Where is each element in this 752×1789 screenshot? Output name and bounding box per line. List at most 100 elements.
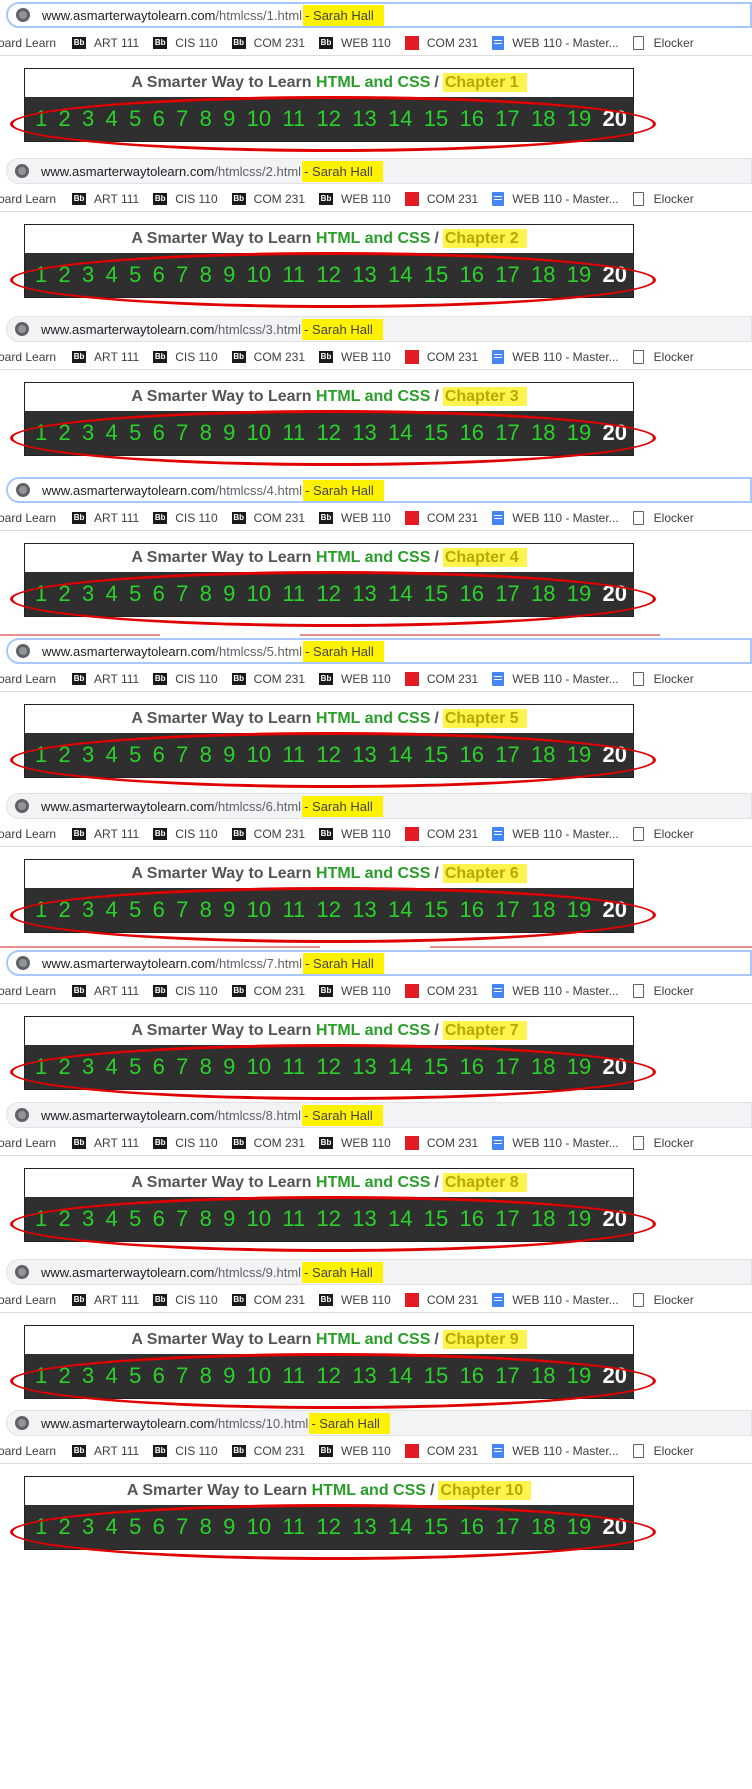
page-number-link[interactable]: 11 [282, 1045, 305, 1089]
bookmark-item[interactable]: WEB 110 - Master... [492, 1292, 619, 1307]
page-number-link[interactable]: 14 [388, 1045, 412, 1089]
page-number-link[interactable]: 19 [567, 97, 591, 141]
page-number-link[interactable]: 18 [531, 1197, 555, 1241]
page-number-link[interactable]: 7 [176, 1197, 188, 1241]
address-bar[interactable]: www.asmarterwaytolearn.com/htmlcss/8.htm… [6, 1102, 752, 1128]
page-number-link[interactable]: 17 [495, 253, 519, 297]
bookmark-item[interactable]: COM 231 [404, 1443, 478, 1458]
page-number-link[interactable]: 14 [388, 572, 412, 616]
page-number-link[interactable]: 1 [35, 572, 47, 616]
page-number-link[interactable]: 9 [223, 253, 235, 297]
page-number-link[interactable]: 15 [424, 1045, 448, 1089]
page-number-link[interactable]: 3 [82, 572, 94, 616]
page-number-link[interactable]: 4 [106, 888, 118, 932]
bookmark-item[interactable]: COM 231 [404, 826, 478, 841]
page-number-link[interactable]: 19 [567, 733, 591, 777]
page-number-link[interactable]: 16 [460, 97, 484, 141]
page-number-link[interactable]: 11 [282, 411, 305, 455]
page-number-link[interactable]: 7 [176, 888, 188, 932]
page-number-link[interactable]: 10 [247, 97, 271, 141]
page-number-link[interactable]: 16 [460, 572, 484, 616]
bookmark-item[interactable]: Bb ART 111 [72, 672, 139, 686]
page-number-link[interactable]: 12 [317, 1197, 341, 1241]
bookmark-item[interactable]: COM 231 [404, 671, 478, 686]
page-number-link[interactable]: 3 [82, 411, 94, 455]
page-number-link[interactable]: 17 [495, 1045, 519, 1089]
bookmark-item[interactable]: Bb COM 231 [231, 36, 305, 50]
page-number-link[interactable]: 5 [129, 888, 141, 932]
page-number-link[interactable]: 11 [282, 1354, 305, 1398]
page-number-link[interactable]: 15 [424, 253, 448, 297]
bookmark-item[interactable]: Bb ART 111 [72, 1444, 139, 1458]
bookmark-item[interactable]: Bb WEB 110 [319, 511, 391, 525]
page-number-link[interactable]: 2 [59, 1505, 71, 1549]
address-bar[interactable]: www.asmarterwaytolearn.com/htmlcss/4.htm… [6, 477, 752, 503]
page-number-link[interactable]: 5 [129, 1045, 141, 1089]
page-number-link[interactable]: 19 [567, 1045, 591, 1089]
bookmark-item[interactable]: Bb ART 111 [72, 350, 139, 364]
address-bar[interactable]: www.asmarterwaytolearn.com/htmlcss/1.htm… [6, 2, 752, 28]
page-number-link[interactable]: 9 [223, 97, 235, 141]
page-number-link[interactable]: 2 [59, 411, 71, 455]
bookmark-item[interactable]: WEB 110 - Master... [492, 510, 619, 525]
page-number-link[interactable]: 18 [531, 97, 555, 141]
bookmark-item[interactable]: Bb COM 231 [231, 350, 305, 364]
bookmark-item[interactable]: Bb ART 111 [72, 984, 139, 998]
page-number-link[interactable]: 10 [247, 253, 271, 297]
page-number-link[interactable]: 8 [200, 572, 212, 616]
page-number-link[interactable]: 1 [35, 253, 47, 297]
bookmark-item[interactable]: Bb WEB 110 [319, 1444, 391, 1458]
bookmark-item[interactable]: Elocker [632, 1443, 694, 1458]
bookmark-item[interactable]: oard Learn [0, 511, 56, 525]
page-number-link[interactable]: 19 [567, 411, 591, 455]
page-number-link[interactable]: 6 [153, 411, 165, 455]
bookmark-item[interactable]: Bb COM 231 [231, 1293, 305, 1307]
page-number-link[interactable]: 9 [223, 1197, 235, 1241]
page-number-link[interactable]: 11 [282, 253, 305, 297]
page-number-link[interactable]: 12 [317, 733, 341, 777]
bookmark-item[interactable]: Bb ART 111 [72, 1293, 139, 1307]
page-number-link[interactable]: 15 [424, 733, 448, 777]
bookmark-item[interactable]: Elocker [632, 671, 694, 686]
page-number-link[interactable]: 13 [352, 1197, 376, 1241]
bookmark-item[interactable]: Bb CIS 110 [153, 511, 218, 525]
page-number-link[interactable]: 4 [106, 1197, 118, 1241]
page-number-link[interactable]: 15 [424, 888, 448, 932]
bookmark-item[interactable]: Bb WEB 110 [319, 827, 391, 841]
bookmark-item[interactable]: WEB 110 - Master... [492, 191, 619, 206]
bookmark-item[interactable]: COM 231 [404, 1292, 478, 1307]
bookmark-item[interactable]: oard Learn [0, 350, 56, 364]
bookmark-item[interactable]: oard Learn [0, 1293, 56, 1307]
page-number-link[interactable]: 4 [106, 1045, 118, 1089]
page-number-link[interactable]: 16 [460, 733, 484, 777]
page-number-link[interactable]: 17 [495, 1354, 519, 1398]
page-number-link[interactable]: 7 [176, 411, 188, 455]
bookmark-item[interactable]: Bb WEB 110 [319, 1293, 391, 1307]
page-number-link[interactable]: 1 [35, 97, 47, 141]
page-number-link[interactable]: 13 [352, 733, 376, 777]
page-number-link[interactable]: 12 [317, 888, 341, 932]
page-number-link[interactable]: 8 [200, 1197, 212, 1241]
page-number-link[interactable]: 4 [106, 572, 118, 616]
current-page-number[interactable]: 20 [603, 1197, 627, 1241]
bookmark-item[interactable]: Bb ART 111 [72, 827, 139, 841]
page-number-link[interactable]: 16 [460, 411, 484, 455]
page-number-link[interactable]: 10 [247, 1197, 271, 1241]
page-number-link[interactable]: 18 [531, 411, 555, 455]
page-number-link[interactable]: 6 [153, 1045, 165, 1089]
bookmark-item[interactable]: Bb CIS 110 [153, 192, 218, 206]
bookmark-item[interactable]: Elocker [632, 983, 694, 998]
page-number-link[interactable]: 12 [317, 97, 341, 141]
page-number-link[interactable]: 15 [424, 1197, 448, 1241]
bookmark-item[interactable]: Bb CIS 110 [153, 1136, 218, 1150]
bookmark-item[interactable]: Elocker [632, 510, 694, 525]
page-number-link[interactable]: 6 [153, 1354, 165, 1398]
page-number-link[interactable]: 12 [317, 1505, 341, 1549]
page-number-link[interactable]: 17 [495, 888, 519, 932]
bookmark-item[interactable]: COM 231 [404, 983, 478, 998]
page-number-link[interactable]: 14 [388, 888, 412, 932]
page-number-link[interactable]: 4 [106, 253, 118, 297]
current-page-number[interactable]: 20 [603, 572, 627, 616]
bookmark-item[interactable]: Bb WEB 110 [319, 192, 391, 206]
address-bar[interactable]: www.asmarterwaytolearn.com/htmlcss/3.htm… [6, 316, 752, 342]
